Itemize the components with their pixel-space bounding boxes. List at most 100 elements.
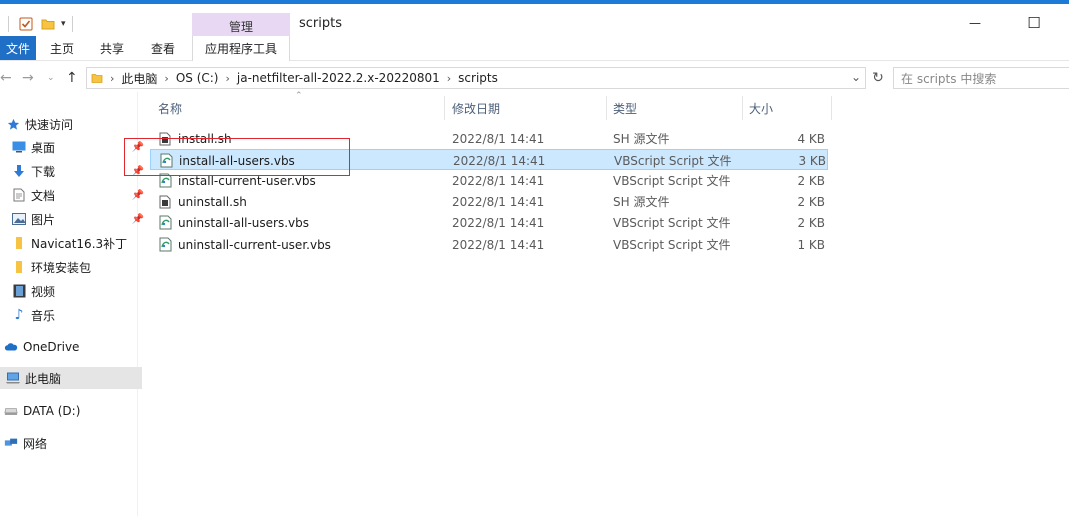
sidebar-item-label: 文档 — [31, 188, 56, 203]
ribbon-tabs: 文件 主页 共享 查看 应用程序工具 — [0, 36, 1069, 61]
sidebar-item-label: OneDrive — [23, 340, 80, 354]
file-name: uninstall.sh — [178, 194, 247, 209]
desktop-icon — [12, 140, 26, 154]
file-size: 1 KB — [797, 237, 825, 252]
cloud-icon — [4, 340, 18, 354]
tab-share[interactable]: 共享 — [90, 36, 134, 60]
sidebar-item-data-d[interactable]: DATA (D:) — [0, 400, 140, 422]
music-icon: ♪ — [14, 307, 24, 323]
file-name: uninstall-all-users.vbs — [178, 215, 310, 230]
sidebar-item-label: 桌面 — [31, 140, 56, 155]
file-row[interactable]: uninstall-all-users.vbs 2022/8/1 14:41 V… — [150, 212, 828, 233]
title-bar: ▾ 管理 scripts — ☐ — [0, 4, 1069, 39]
sidebar-item-label: Navicat16.3补丁 — [31, 236, 128, 251]
navigation-pane: 快速访问 桌面 📌 下载 📌 文档 📌 图片 📌 Navicat16.3补丁 环… — [0, 110, 144, 516]
window-title: scripts — [299, 16, 342, 31]
up-arrow-icon[interactable]: ↑ — [66, 70, 78, 86]
download-icon — [12, 164, 26, 178]
file-name: uninstall-current-user.vbs — [178, 237, 331, 252]
column-resize-handle[interactable] — [444, 96, 445, 120]
file-size: 2 KB — [797, 173, 825, 188]
sidebar-item-pictures[interactable]: 图片 📌 — [0, 208, 148, 230]
pin-icon[interactable]: 📌 — [132, 190, 144, 201]
sidebar-item-documents[interactable]: 文档 📌 — [0, 184, 148, 206]
sidebar-item-label: 此电脑 — [25, 371, 62, 386]
tab-view[interactable]: 查看 — [141, 36, 185, 60]
column-header-size[interactable]: 大小 — [749, 96, 773, 120]
sidebar-item-label: 音乐 — [31, 308, 56, 323]
properties-icon[interactable] — [19, 17, 33, 31]
file-date: 2022/8/1 14:41 — [452, 237, 545, 252]
file-size: 2 KB — [797, 194, 825, 209]
tab-app-tools[interactable]: 应用程序工具 — [192, 36, 290, 61]
sidebar-item-label: 快速访问 — [25, 117, 74, 132]
file-row[interactable]: uninstall.sh 2022/8/1 14:41 SH 源文件 2 KB — [150, 191, 828, 212]
sidebar-item-label: 网络 — [23, 436, 48, 451]
folder-icon — [12, 260, 26, 274]
file-row[interactable]: uninstall-current-user.vbs 2022/8/1 14:4… — [150, 234, 828, 255]
column-header-row: ⌃ 名称 修改日期 类型 大小 — [150, 91, 840, 120]
maximize-button[interactable]: ☐ — [1019, 12, 1049, 34]
video-icon — [12, 284, 26, 298]
column-resize-handle[interactable] — [831, 96, 832, 120]
vbs-file-icon — [158, 237, 172, 253]
highlight-annotation-box — [124, 138, 350, 176]
qat-dropdown-icon[interactable]: ▾ — [61, 19, 66, 29]
breadcrumb-this-pc[interactable]: 此电脑 — [121, 70, 157, 87]
sidebar-item-label: 下载 — [31, 164, 56, 179]
tab-file[interactable]: 文件 — [0, 36, 36, 60]
sidebar-item-label: 环境安装包 — [31, 260, 92, 275]
sidebar-item-network[interactable]: 网络 — [0, 432, 140, 454]
search-input[interactable]: 在 scripts 中搜索 — [893, 67, 1069, 89]
file-date: 2022/8/1 14:41 — [452, 194, 545, 209]
file-size: 2 KB — [797, 215, 825, 230]
computer-icon — [6, 371, 20, 385]
refresh-icon[interactable]: ↻ — [869, 69, 887, 87]
star-icon — [6, 117, 20, 131]
back-arrow-icon[interactable]: ← — [0, 70, 12, 86]
file-type: VBScript Script 文件 — [613, 174, 731, 188]
address-dropdown-icon[interactable]: ⌄ — [851, 70, 861, 84]
column-resize-handle[interactable] — [606, 96, 607, 120]
breadcrumb-chevron-icon[interactable]: › — [447, 72, 451, 85]
address-bar-row: ← → ⌄ ↑ › 此电脑 › OS (C:) › ja-netfilter-a… — [0, 64, 1069, 92]
drive-icon — [4, 404, 18, 418]
new-folder-icon[interactable] — [41, 17, 55, 31]
network-icon — [4, 436, 18, 450]
sidebar-item-this-pc[interactable]: 此电脑 — [0, 367, 142, 389]
sidebar-item-videos[interactable]: 视频 — [0, 280, 148, 302]
file-type: SH 源文件 — [613, 195, 670, 209]
breadcrumb-scripts[interactable]: scripts — [458, 71, 498, 85]
breadcrumb-chevron-icon[interactable]: › — [164, 72, 168, 85]
sidebar-item-navicat-patch[interactable]: Navicat16.3补丁 — [0, 232, 148, 254]
forward-arrow-icon[interactable]: → — [22, 70, 34, 86]
file-size: 4 KB — [797, 131, 825, 146]
column-header-date[interactable]: 修改日期 — [452, 96, 500, 120]
file-type: VBScript Script 文件 — [613, 216, 731, 230]
sidebar-item-label: 图片 — [31, 212, 56, 227]
tab-home[interactable]: 主页 — [40, 36, 84, 60]
sidebar-item-quick-access[interactable]: 快速访问 — [0, 113, 142, 135]
file-size: 3 KB — [798, 153, 826, 168]
column-header-type[interactable]: 类型 — [613, 96, 637, 120]
recent-locations-chevron-icon[interactable]: ⌄ — [47, 73, 55, 83]
vbs-file-icon — [158, 215, 172, 231]
sort-ascending-icon: ⌃ — [295, 91, 303, 101]
breadcrumb-os-c[interactable]: OS (C:) — [176, 71, 219, 85]
file-date: 2022/8/1 14:41 — [452, 215, 545, 230]
file-date: 2022/8/1 14:41 — [452, 173, 545, 188]
sidebar-item-label: DATA (D:) — [23, 404, 81, 418]
file-date: 2022/8/1 14:41 — [453, 153, 546, 168]
sidebar-item-onedrive[interactable]: OneDrive — [0, 336, 140, 358]
minimize-button[interactable]: — — [960, 12, 990, 34]
sh-file-icon — [158, 194, 172, 210]
sidebar-item-env-packages[interactable]: 环境安装包 — [0, 256, 148, 278]
file-date: 2022/8/1 14:41 — [452, 131, 545, 146]
breadcrumb-ja-netfilter[interactable]: ja-netfilter-all-2022.2.x-20220801 — [237, 71, 440, 85]
address-field[interactable]: › 此电脑 › OS (C:) › ja-netfilter-all-2022.… — [86, 67, 866, 89]
pin-icon[interactable]: 📌 — [132, 214, 144, 225]
sidebar-item-music[interactable]: ♪ 音乐 — [0, 304, 148, 326]
column-resize-handle[interactable] — [742, 96, 743, 120]
breadcrumb-chevron-icon[interactable]: › — [226, 72, 230, 85]
column-header-name[interactable]: 名称 — [158, 96, 182, 120]
